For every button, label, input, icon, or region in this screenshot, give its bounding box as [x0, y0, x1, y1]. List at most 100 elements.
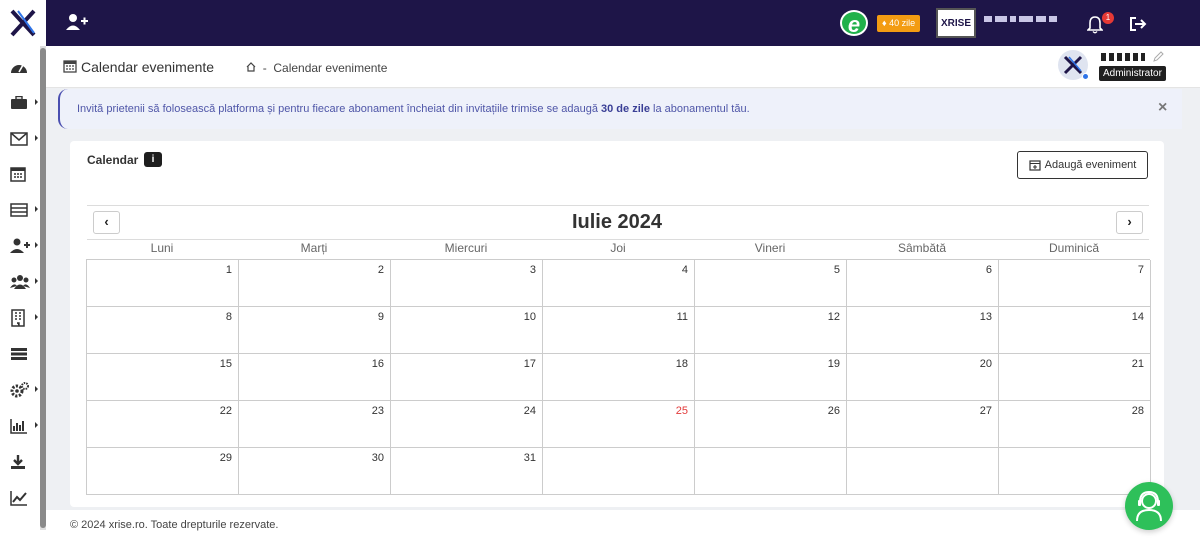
day-number: 12	[827, 311, 840, 323]
calendar-day-cell[interactable]: 13	[847, 307, 999, 354]
month-title: Iulie 2024	[571, 211, 663, 233]
page-title: Calendar evenimente	[81, 59, 215, 75]
sidebar-scrollbar-thumb[interactable]	[40, 48, 46, 528]
cogs-icon	[10, 382, 29, 398]
calendar-day-cell[interactable]: 12	[695, 307, 847, 354]
sidebar-item-users[interactable]	[10, 273, 38, 291]
sidebar-item-briefcase[interactable]	[10, 94, 38, 112]
calendar-day-cell[interactable]: 3	[391, 260, 543, 307]
sidebar-item-download[interactable]	[10, 453, 36, 471]
page-header: Calendar evenimente - Calendar eveniment…	[46, 46, 1200, 88]
sidebar-item-add-user[interactable]	[10, 237, 38, 255]
calendar-day-cell[interactable]	[543, 448, 695, 495]
calendar-day-cell[interactable]: 30	[239, 448, 391, 495]
rows-icon	[11, 348, 27, 360]
caret-right-icon	[35, 314, 38, 320]
calendar-day-cell[interactable]: 2	[239, 260, 391, 307]
caret-right-icon	[35, 99, 38, 105]
invite-banner: Invită prietenii să folosească platforma…	[58, 89, 1182, 129]
calendar-day-cell[interactable]: 31	[391, 448, 543, 495]
calendar-day-cell[interactable]: 29	[87, 448, 239, 495]
day-number: 18	[675, 358, 688, 370]
day-number: 15	[219, 358, 232, 370]
calendar-day-cell[interactable]: 25	[543, 401, 695, 448]
add-user-icon[interactable]	[66, 13, 88, 34]
calendar-day-cell[interactable]: 4	[543, 260, 695, 307]
day-number: 5	[833, 264, 840, 276]
sidebar-item-dashboard[interactable]	[10, 58, 36, 76]
day-number: 17	[523, 358, 536, 370]
weekday-label: Duminică	[1048, 241, 1099, 255]
dashboard-icon	[11, 64, 27, 73]
sidebar-item-settings[interactable]	[10, 381, 38, 399]
bell-icon[interactable]	[1086, 16, 1104, 37]
add-user-icon	[10, 238, 30, 253]
calendar-day-cell[interactable]: 5	[695, 260, 847, 307]
add-event-button[interactable]: Adaugă eveniment	[1017, 151, 1148, 179]
sidebar-item-building[interactable]	[10, 309, 38, 327]
sidebar-item-messages[interactable]	[10, 130, 38, 148]
day-number: 24	[523, 405, 536, 417]
calendar-day-cell[interactable]: 28	[999, 401, 1151, 448]
calendar-day-cell[interactable]: 15	[87, 354, 239, 401]
home-icon[interactable]	[246, 61, 259, 75]
calendar-day-cell[interactable]: 11	[543, 307, 695, 354]
calendar-day-cell[interactable]	[695, 448, 847, 495]
calendar-day-cell[interactable]: 16	[239, 354, 391, 401]
weekday-label: Marți	[300, 241, 328, 255]
calendar-day-cell[interactable]: 7	[999, 260, 1151, 307]
calendar-day-cell[interactable]: 8	[87, 307, 239, 354]
day-number: 14	[1131, 311, 1144, 323]
calendar-plus-icon	[1029, 160, 1041, 171]
sidebar-item-calendar[interactable]	[10, 165, 36, 183]
calendar-day-cell[interactable]: 21	[999, 354, 1151, 401]
calendar-day-cell[interactable]: 6	[847, 260, 999, 307]
day-number: 28	[1131, 405, 1144, 417]
breadcrumb-separator: -	[262, 61, 267, 75]
day-number: 9	[377, 311, 384, 323]
calendar-day-cell[interactable]	[847, 448, 999, 495]
support-chat-button[interactable]	[1125, 482, 1173, 530]
logout-icon[interactable]	[1129, 16, 1147, 35]
edit-icon[interactable]	[1153, 50, 1164, 65]
calendar-day-cell[interactable]: 26	[695, 401, 847, 448]
calendar-day-cell[interactable]: 18	[543, 354, 695, 401]
sidebar-item-list[interactable]	[10, 201, 38, 219]
user-name-blurred[interactable]	[984, 16, 1062, 26]
calendar-day-cell[interactable]: 17	[391, 354, 543, 401]
info-icon[interactable]: i	[144, 152, 162, 167]
calendar-day-cell[interactable]: 9	[239, 307, 391, 354]
calendar-icon	[63, 59, 77, 76]
weekday-label: Vineri	[754, 241, 786, 255]
calendar-day-cell[interactable]: 1	[87, 260, 239, 307]
day-number: 26	[827, 405, 840, 417]
calendar-day-cell[interactable]: 22	[87, 401, 239, 448]
calendar-day-cell[interactable]: 19	[695, 354, 847, 401]
caret-right-icon	[35, 278, 38, 284]
caret-right-icon	[35, 242, 38, 248]
users-icon	[10, 275, 30, 289]
caret-right-icon	[35, 386, 38, 392]
divider	[87, 205, 1149, 206]
day-number: 6	[985, 264, 992, 276]
calendar-day-cell[interactable]: 24	[391, 401, 543, 448]
calendar-day-cell[interactable]: 20	[847, 354, 999, 401]
bar-chart-icon	[10, 419, 27, 434]
support-agent-icon	[1136, 490, 1162, 522]
calendar-day-cell[interactable]: 23	[239, 401, 391, 448]
app-logo[interactable]	[0, 0, 46, 46]
calendar-day-cell[interactable]: 14	[999, 307, 1151, 354]
e-logo-icon[interactable]: e	[840, 10, 868, 37]
calendar-day-cell[interactable]	[999, 448, 1151, 495]
day-number: 23	[371, 405, 384, 417]
sidebar-item-rows[interactable]	[10, 345, 36, 363]
xrise-brand-badge[interactable]: XRISE	[936, 8, 976, 38]
sidebar-item-stats[interactable]	[10, 489, 36, 507]
subscription-days-badge[interactable]: ♦ 40 zile	[877, 15, 921, 32]
close-icon[interactable]: ×	[1158, 99, 1167, 117]
next-month-button[interactable]: ›	[1116, 211, 1143, 234]
calendar-day-cell[interactable]: 10	[391, 307, 543, 354]
sidebar-item-reports[interactable]	[10, 417, 38, 435]
calendar-day-cell[interactable]: 27	[847, 401, 999, 448]
day-number: 30	[371, 452, 384, 464]
